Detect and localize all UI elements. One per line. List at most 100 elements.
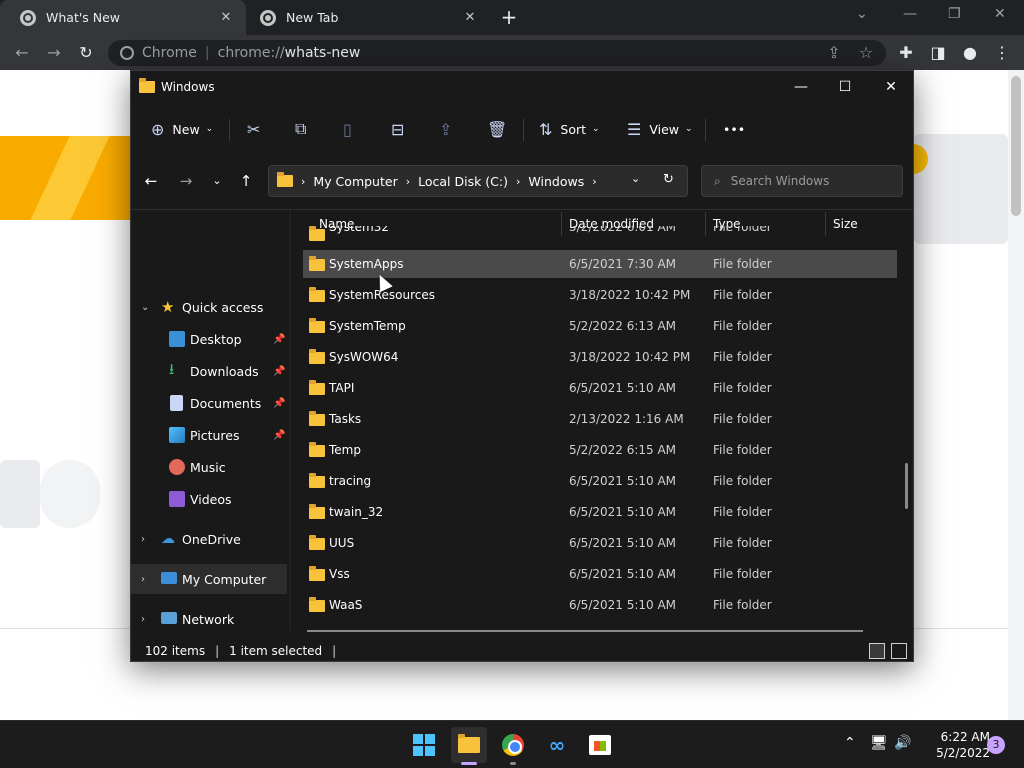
- table-row[interactable]: System32 5/2/2022 6:01 AM File folder: [303, 226, 897, 248]
- document-icon: [170, 395, 183, 411]
- up-icon[interactable]: ↑: [234, 169, 258, 193]
- address-history-chevron-icon[interactable]: ⌄: [631, 172, 640, 185]
- minimize-icon[interactable]: —: [789, 75, 813, 99]
- chrome-icon: [502, 734, 524, 756]
- share-button[interactable]: ⇪: [439, 117, 452, 141]
- table-row[interactable]: Temp 5/2/2022 6:15 AM File folder: [303, 436, 897, 464]
- restore-icon[interactable]: ❐: [948, 6, 961, 22]
- back-icon[interactable]: ←: [10, 41, 34, 65]
- sort-button[interactable]: ⇅ Sort ⌄: [539, 117, 600, 141]
- file-type: File folder: [713, 567, 772, 581]
- search-input[interactable]: [730, 174, 891, 188]
- recent-locations-icon[interactable]: ⌄: [205, 169, 229, 193]
- table-row[interactable]: WaaS 6/5/2021 5:10 AM File folder: [303, 591, 897, 619]
- breadcrumb-my-computer[interactable]: My Computer: [313, 174, 397, 189]
- file-name: TAPI: [329, 381, 355, 395]
- breadcrumb-local-disk[interactable]: Local Disk (C:): [418, 174, 508, 189]
- navigation-row: ← → ⌄ ↑ › My Computer › Local Disk (C:) …: [131, 163, 913, 199]
- tab-whats-new[interactable]: What's New ✕: [0, 0, 246, 35]
- nav-documents[interactable]: Documents 📌: [131, 388, 287, 418]
- nav-onedrive[interactable]: › ☁ OneDrive: [131, 524, 287, 554]
- bookmark-star-icon[interactable]: ☆: [854, 41, 878, 65]
- taskbar-file-explorer[interactable]: [451, 727, 487, 763]
- table-row[interactable]: twain_32 6/5/2021 5:10 AM File folder: [303, 498, 897, 526]
- nav-my-computer[interactable]: › My Computer: [131, 564, 287, 594]
- cut-button[interactable]: ✂: [247, 117, 260, 141]
- explorer-titlebar[interactable]: Windows — ☐ ✕: [131, 71, 913, 103]
- share-icon[interactable]: ⇪: [822, 41, 846, 65]
- folder-icon: [309, 349, 325, 364]
- forward-icon[interactable]: →: [42, 41, 66, 65]
- new-button[interactable]: ⊕ New ⌄: [151, 117, 213, 141]
- table-row[interactable]: tracing 6/5/2021 5:10 AM File folder: [303, 467, 897, 495]
- address-bar[interactable]: Chrome | chrome:// whats-new: [108, 40, 886, 66]
- forward-icon[interactable]: →: [174, 169, 198, 193]
- page-scrollbar-thumb[interactable]: [1011, 76, 1021, 216]
- back-icon[interactable]: ←: [139, 169, 163, 193]
- tiles-view-icon[interactable]: [891, 643, 907, 659]
- network-icon[interactable]: 🖥: [870, 735, 888, 751]
- volume-icon[interactable]: 🔊: [894, 735, 911, 751]
- notification-badge[interactable]: 3: [987, 736, 1005, 754]
- tab-new-tab[interactable]: New Tab ✕: [240, 0, 490, 35]
- nav-desktop[interactable]: Desktop 📌: [131, 324, 287, 354]
- taskbar-store[interactable]: [582, 727, 618, 763]
- nav-downloads[interactable]: ⭳ Downloads 📌: [131, 356, 287, 386]
- taskbar-chrome[interactable]: [495, 727, 531, 763]
- breadcrumb-windows[interactable]: Windows: [528, 174, 584, 189]
- delete-button[interactable]: 🗑: [487, 117, 507, 141]
- close-tab-icon[interactable]: ✕: [218, 10, 234, 25]
- site-info-icon[interactable]: [120, 46, 134, 60]
- nav-pictures[interactable]: Pictures 📌: [131, 420, 287, 450]
- copy-button[interactable]: ⧉: [295, 117, 306, 141]
- reload-icon[interactable]: ↻: [74, 41, 98, 65]
- tab-title: New Tab: [286, 10, 339, 25]
- show-hidden-icons-icon[interactable]: ⌃: [844, 735, 856, 751]
- view-button[interactable]: ☰ View ⌄: [627, 117, 693, 141]
- minimize-icon[interactable]: —: [903, 6, 917, 22]
- table-row[interactable]: UUS 6/5/2021 5:10 AM File folder: [303, 529, 897, 557]
- tab-search-icon[interactable]: ⌄: [856, 6, 868, 22]
- nav-network[interactable]: › Network: [131, 604, 287, 634]
- rename-button[interactable]: ⊟: [391, 117, 404, 141]
- menu-dots-icon[interactable]: ⋮: [990, 41, 1014, 65]
- breadcrumb-chevron-icon: ›: [516, 174, 521, 188]
- search-box[interactable]: ⌕: [701, 165, 903, 197]
- table-row[interactable]: SystemTemp 5/2/2022 6:13 AM File folder: [303, 312, 897, 340]
- taskbar-visual-studio[interactable]: ∞: [539, 727, 575, 763]
- file-explorer-window: Windows — ☐ ✕ ⊕ New ⌄ ✂ ⧉ ▯ ⊟ ⇪ 🗑 ⇅ Sort…: [130, 70, 914, 662]
- file-type: File folder: [713, 381, 772, 395]
- table-row[interactable]: Vss 6/5/2021 5:10 AM File folder: [303, 560, 897, 588]
- paste-button[interactable]: ▯: [343, 117, 352, 141]
- side-panel-icon[interactable]: ◨: [926, 41, 950, 65]
- refresh-icon[interactable]: ↻: [663, 172, 674, 187]
- folder-icon: [309, 442, 325, 457]
- file-type: File folder: [713, 350, 772, 364]
- extensions-icon[interactable]: ✚: [894, 41, 918, 65]
- see-more-button[interactable]: •••: [723, 117, 745, 141]
- nav-quick-access[interactable]: ⌄ ★ Quick access: [131, 292, 287, 322]
- nav-label: Desktop: [190, 331, 242, 347]
- profile-icon[interactable]: ●: [958, 41, 982, 65]
- table-row[interactable]: SystemApps 6/5/2021 7:30 AM File folder: [303, 250, 897, 278]
- nav-music[interactable]: Music: [131, 452, 287, 482]
- horizontal-scrollbar-thumb[interactable]: [307, 630, 863, 632]
- close-window-icon[interactable]: ✕: [994, 6, 1006, 22]
- file-type: File folder: [713, 536, 772, 550]
- start-button[interactable]: [406, 727, 442, 763]
- nav-videos[interactable]: Videos: [131, 484, 287, 514]
- close-icon[interactable]: ✕: [879, 75, 903, 99]
- table-row[interactable]: Tasks 2/13/2022 1:16 AM File folder: [303, 405, 897, 433]
- chevron-right-icon: ›: [141, 613, 145, 625]
- vertical-scrollbar-thumb[interactable]: [905, 463, 908, 509]
- browser-tab-strip: What's New ✕ New Tab ✕ + ⌄ — ❐ ✕: [0, 0, 1024, 35]
- new-tab-button[interactable]: +: [498, 6, 520, 28]
- table-row[interactable]: SysWOW64 3/18/2022 10:42 PM File folder: [303, 343, 897, 371]
- system-clock[interactable]: 6:22 AM 5/2/2022: [918, 729, 990, 761]
- details-view-icon[interactable]: [869, 643, 885, 659]
- table-row[interactable]: TAPI 6/5/2021 5:10 AM File folder: [303, 374, 897, 402]
- maximize-icon[interactable]: ☐: [833, 75, 857, 99]
- file-date: 6/5/2021 5:10 AM: [569, 598, 677, 612]
- address-bar[interactable]: › My Computer › Local Disk (C:) › Window…: [268, 165, 688, 197]
- close-tab-icon[interactable]: ✕: [462, 10, 478, 25]
